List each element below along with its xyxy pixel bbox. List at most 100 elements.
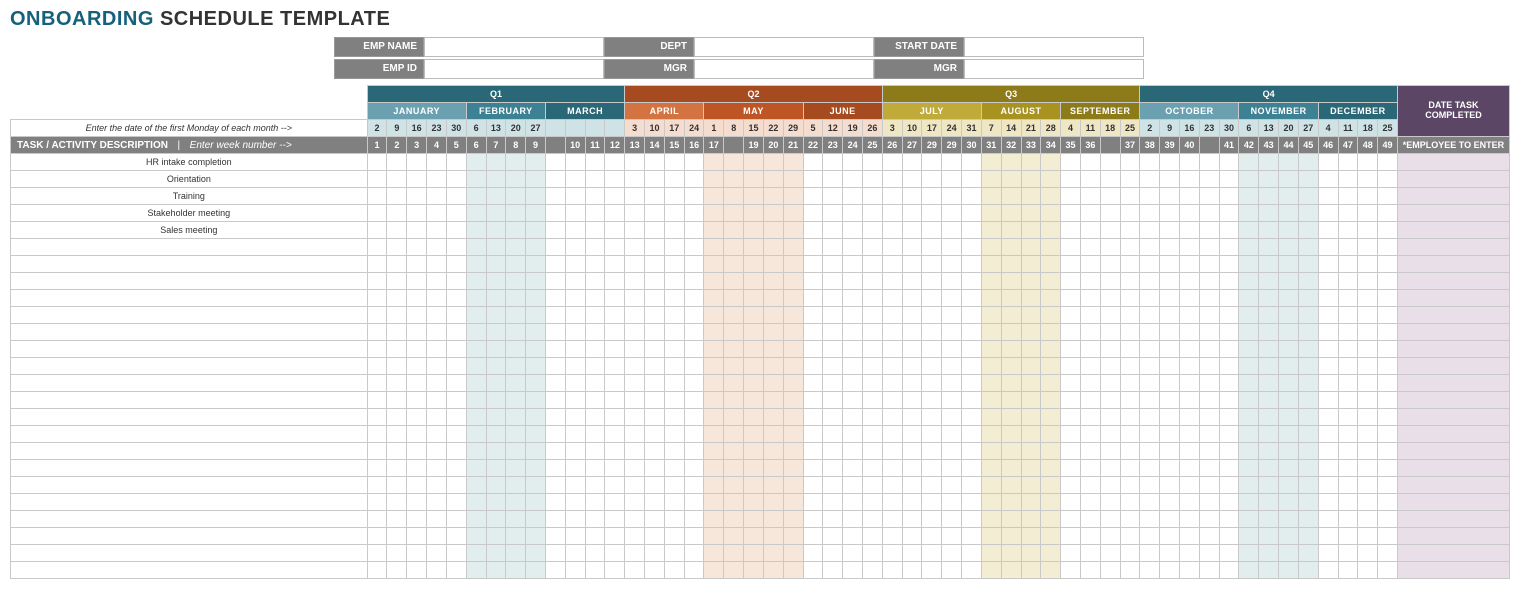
week-cell[interactable]	[823, 358, 843, 375]
week-cell[interactable]	[565, 205, 585, 222]
week-number-cell[interactable]: 20	[763, 137, 783, 154]
week-cell[interactable]	[744, 477, 764, 494]
first-monday-cell[interactable]	[605, 120, 625, 137]
week-cell[interactable]	[466, 392, 486, 409]
week-cell[interactable]	[783, 443, 803, 460]
week-cell[interactable]	[1279, 290, 1299, 307]
week-cell[interactable]	[1021, 494, 1041, 511]
week-cell[interactable]	[1100, 494, 1120, 511]
task-description-cell[interactable]	[11, 392, 368, 409]
week-cell[interactable]	[1259, 307, 1279, 324]
week-cell[interactable]	[1358, 341, 1378, 358]
week-cell[interactable]	[684, 375, 704, 392]
week-cell[interactable]	[704, 273, 724, 290]
week-cell[interactable]	[783, 477, 803, 494]
week-cell[interactable]	[1120, 528, 1140, 545]
week-cell[interactable]	[724, 494, 744, 511]
week-cell[interactable]	[545, 545, 565, 562]
week-cell[interactable]	[763, 273, 783, 290]
week-cell[interactable]	[823, 443, 843, 460]
week-cell[interactable]	[1338, 426, 1358, 443]
week-number-cell[interactable]: 41	[1219, 137, 1239, 154]
week-cell[interactable]	[1318, 460, 1338, 477]
week-cell[interactable]	[466, 324, 486, 341]
week-cell[interactable]	[427, 171, 447, 188]
week-cell[interactable]	[1239, 392, 1259, 409]
week-number-cell[interactable]: 44	[1279, 137, 1299, 154]
week-cell[interactable]	[1378, 494, 1398, 511]
week-cell[interactable]	[902, 239, 922, 256]
first-monday-cell[interactable]: 2	[1140, 120, 1160, 137]
week-cell[interactable]	[506, 273, 526, 290]
week-cell[interactable]	[545, 324, 565, 341]
week-cell[interactable]	[1298, 477, 1318, 494]
week-cell[interactable]	[724, 256, 744, 273]
week-cell[interactable]	[862, 307, 882, 324]
week-cell[interactable]	[565, 324, 585, 341]
first-monday-cell[interactable]: 3	[882, 120, 902, 137]
week-cell[interactable]	[724, 324, 744, 341]
week-cell[interactable]	[981, 460, 1001, 477]
week-cell[interactable]	[744, 426, 764, 443]
week-cell[interactable]	[704, 205, 724, 222]
week-cell[interactable]	[1338, 528, 1358, 545]
week-cell[interactable]	[1298, 154, 1318, 171]
week-cell[interactable]	[862, 290, 882, 307]
week-cell[interactable]	[1021, 511, 1041, 528]
week-cell[interactable]	[526, 205, 546, 222]
week-cell[interactable]	[942, 358, 962, 375]
first-monday-cell[interactable]: 20	[506, 120, 526, 137]
week-cell[interactable]	[1239, 222, 1259, 239]
date-completed-cell[interactable]	[1397, 562, 1509, 579]
week-cell[interactable]	[1120, 443, 1140, 460]
week-cell[interactable]	[942, 324, 962, 341]
week-cell[interactable]	[902, 494, 922, 511]
week-cell[interactable]	[1061, 528, 1081, 545]
week-number-cell[interactable]: 14	[645, 137, 665, 154]
week-cell[interactable]	[1199, 188, 1219, 205]
week-cell[interactable]	[407, 341, 427, 358]
week-cell[interactable]	[367, 154, 387, 171]
week-cell[interactable]	[763, 222, 783, 239]
week-cell[interactable]	[783, 460, 803, 477]
info-input-mgr[interactable]	[694, 59, 874, 79]
week-cell[interactable]	[446, 324, 466, 341]
week-cell[interactable]	[962, 392, 982, 409]
week-cell[interactable]	[962, 358, 982, 375]
week-cell[interactable]	[684, 154, 704, 171]
week-cell[interactable]	[823, 460, 843, 477]
week-cell[interactable]	[466, 222, 486, 239]
week-cell[interactable]	[605, 205, 625, 222]
task-description-cell[interactable]	[11, 256, 368, 273]
week-cell[interactable]	[1279, 307, 1299, 324]
week-cell[interactable]	[625, 188, 645, 205]
week-cell[interactable]	[1001, 545, 1021, 562]
week-cell[interactable]	[1199, 341, 1219, 358]
week-cell[interactable]	[664, 562, 684, 579]
week-cell[interactable]	[962, 443, 982, 460]
week-cell[interactable]	[803, 273, 823, 290]
week-cell[interactable]	[902, 256, 922, 273]
week-cell[interactable]	[843, 358, 863, 375]
week-cell[interactable]	[1219, 273, 1239, 290]
week-cell[interactable]	[1080, 545, 1100, 562]
week-cell[interactable]	[1199, 358, 1219, 375]
week-cell[interactable]	[843, 188, 863, 205]
week-cell[interactable]	[1120, 290, 1140, 307]
week-cell[interactable]	[684, 443, 704, 460]
first-monday-cell[interactable]: 18	[1358, 120, 1378, 137]
week-cell[interactable]	[1021, 375, 1041, 392]
week-cell[interactable]	[1021, 443, 1041, 460]
week-cell[interactable]	[1080, 188, 1100, 205]
week-cell[interactable]	[684, 239, 704, 256]
week-cell[interactable]	[1378, 205, 1398, 222]
week-cell[interactable]	[823, 324, 843, 341]
week-cell[interactable]	[902, 477, 922, 494]
week-cell[interactable]	[506, 511, 526, 528]
week-cell[interactable]	[942, 494, 962, 511]
week-cell[interactable]	[1259, 494, 1279, 511]
week-cell[interactable]	[1378, 358, 1398, 375]
week-cell[interactable]	[981, 222, 1001, 239]
week-cell[interactable]	[763, 460, 783, 477]
week-cell[interactable]	[922, 494, 942, 511]
